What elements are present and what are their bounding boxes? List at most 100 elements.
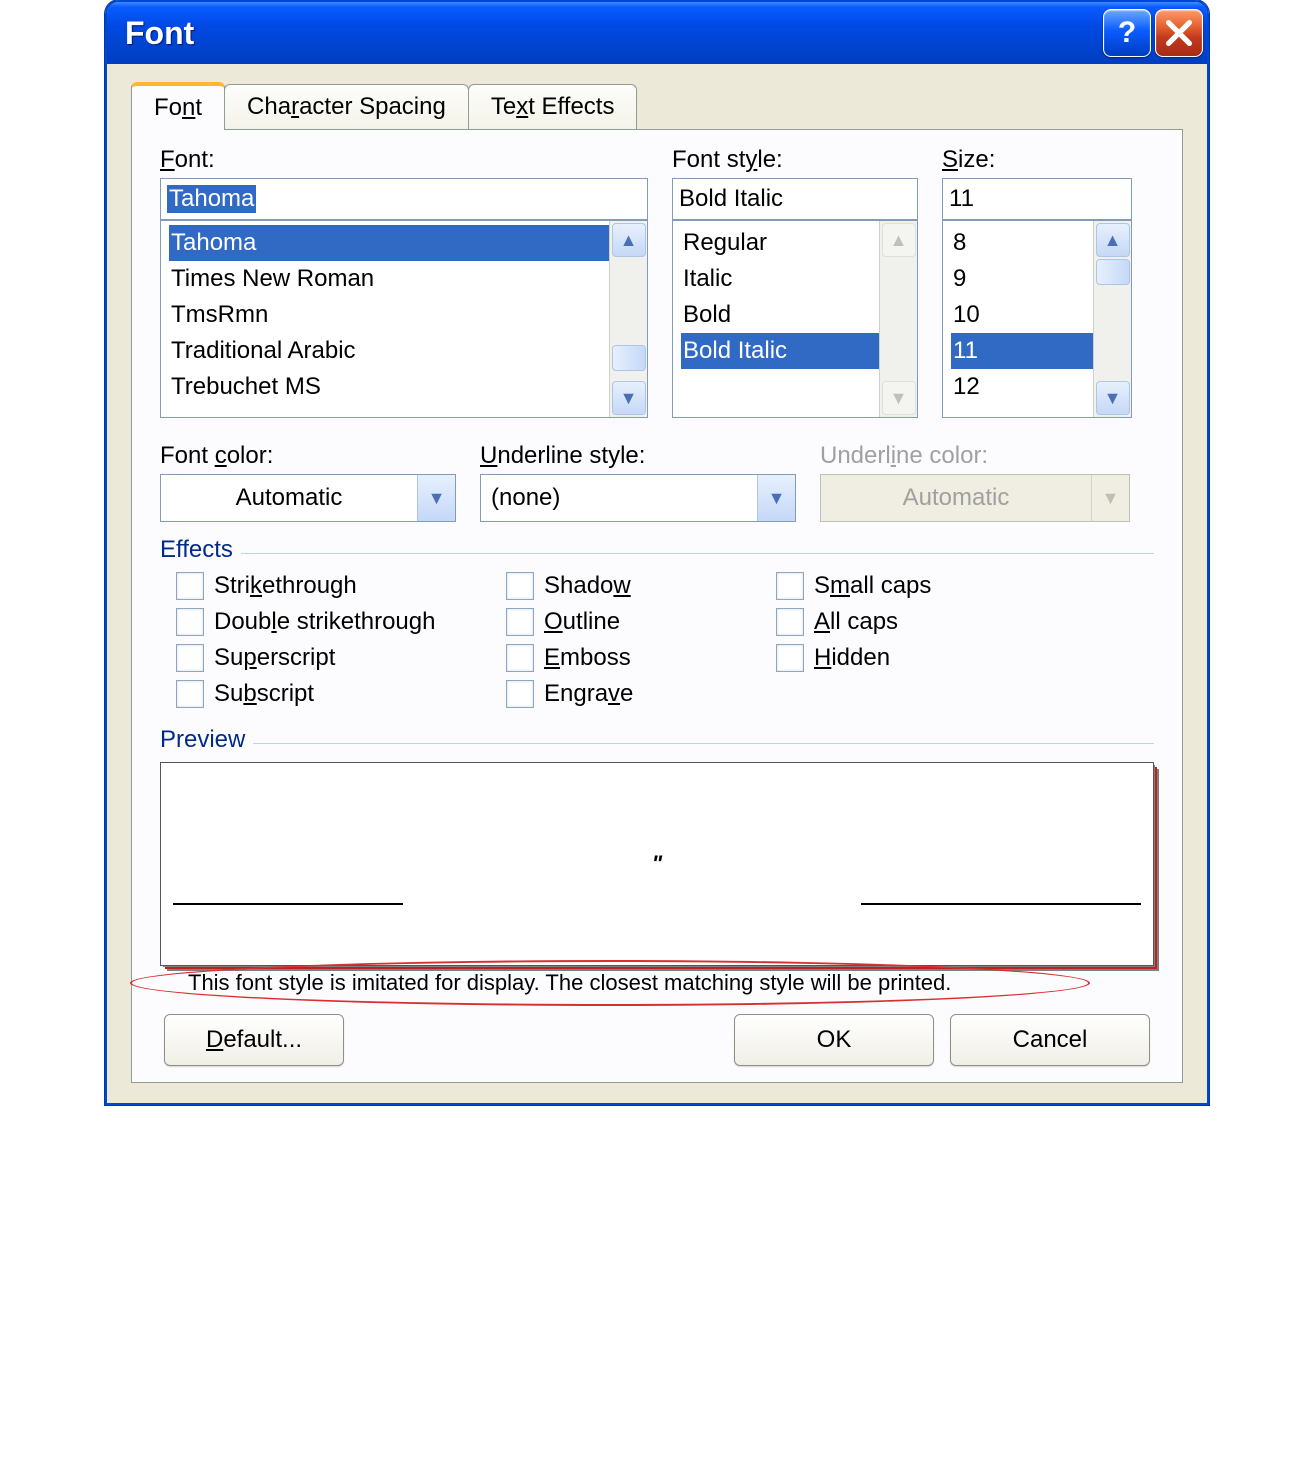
effects-grid: Strikethrough Shadow Small caps Double s… (160, 572, 1154, 708)
check-strikethrough[interactable]: Strikethrough (176, 572, 496, 600)
font-label: Font: (160, 146, 648, 174)
check-double-strikethrough[interactable]: Double strikethrough (176, 608, 496, 636)
font-option-times[interactable]: Times New Roman (169, 261, 609, 297)
font-color-label: Font color: (160, 442, 456, 470)
checkbox-icon (776, 608, 804, 636)
chevron-down-icon: ▼ (428, 488, 446, 509)
preview-box: " (160, 762, 1154, 966)
preview-line-right (861, 903, 1141, 905)
chevron-up-icon: ▲ (890, 230, 908, 251)
style-option-bold-italic[interactable]: Bold Italic (681, 333, 879, 369)
default-button[interactable]: Default... (164, 1014, 344, 1066)
check-shadow[interactable]: Shadow (506, 572, 766, 600)
preview-line-left (173, 903, 403, 905)
font-style-input[interactable]: Bold Italic (672, 178, 918, 220)
close-icon (1166, 20, 1192, 46)
scroll-up-button[interactable]: ▲ (612, 223, 646, 257)
checkbox-icon (506, 608, 534, 636)
divider (253, 743, 1154, 744)
tab-font[interactable]: Font (131, 82, 225, 130)
font-option-traditional-arabic[interactable]: Traditional Arabic (169, 333, 609, 369)
preview-label: Preview (160, 726, 245, 754)
underline-style-label: Underline style: (480, 442, 796, 470)
chevron-up-icon: ▲ (620, 230, 638, 251)
checkbox-icon (506, 572, 534, 600)
scroll-thumb[interactable] (612, 345, 646, 371)
scroll-down-button[interactable]: ▼ (612, 381, 646, 415)
underline-style-value: (none) (481, 475, 757, 521)
check-engrave[interactable]: Engrave (506, 680, 766, 708)
font-option-tahoma[interactable]: Tahoma (169, 225, 609, 261)
font-color-value: Automatic (161, 475, 417, 521)
color-underline-row: Font color: Automatic ▼ Underline style:… (160, 442, 1154, 522)
chevron-down-icon: ▼ (1102, 488, 1120, 509)
tab-character-spacing[interactable]: Character Spacing (224, 84, 469, 129)
scroll-down-button: ▼ (882, 381, 916, 415)
underline-color-combo: Automatic ▼ (820, 474, 1130, 522)
scroll-track[interactable] (1096, 257, 1130, 381)
underline-style-combo[interactable]: (none) ▼ (480, 474, 796, 522)
size-option-9[interactable]: 9 (951, 261, 1093, 297)
size-scrollbar[interactable]: ▲ ▼ (1093, 221, 1131, 417)
style-option-regular[interactable]: Regular (681, 225, 879, 261)
help-button[interactable]: ? (1103, 9, 1151, 57)
scroll-track[interactable] (612, 257, 646, 381)
size-input-value: 11 (949, 185, 974, 213)
help-icon: ? (1118, 16, 1136, 50)
combo-arrow-button[interactable]: ▼ (417, 475, 455, 521)
font-input[interactable]: Tahoma (160, 178, 648, 220)
window-title: Font (125, 15, 1099, 52)
font-style-input-value: Bold Italic (679, 185, 783, 213)
font-scrollbar[interactable]: ▲ ▼ (609, 221, 647, 417)
size-label: Size: (942, 146, 1132, 174)
size-option-10[interactable]: 10 (951, 297, 1093, 333)
scroll-down-button[interactable]: ▼ (1096, 381, 1130, 415)
font-style-list-items[interactable]: Regular Italic Bold Bold Italic (673, 221, 879, 417)
check-hidden[interactable]: Hidden (776, 644, 1016, 672)
checkbox-icon (506, 680, 534, 708)
effects-label: Effects (160, 536, 233, 564)
titlebar[interactable]: Font ? (107, 2, 1207, 64)
chevron-down-icon: ▼ (890, 388, 908, 409)
font-style-listbox[interactable]: Regular Italic Bold Bold Italic ▲ ▼ (672, 220, 918, 418)
close-button[interactable] (1155, 9, 1203, 57)
font-list-items[interactable]: Tahoma Times New Roman TmsRmn Traditiona… (161, 221, 609, 417)
chevron-down-icon: ▼ (768, 488, 786, 509)
font-input-value: Tahoma (167, 185, 256, 213)
check-outline[interactable]: Outline (506, 608, 766, 636)
underline-color-value: Automatic (821, 475, 1091, 521)
checkbox-icon (176, 572, 204, 600)
check-emboss[interactable]: Emboss (506, 644, 766, 672)
style-option-bold[interactable]: Bold (681, 297, 879, 333)
check-superscript[interactable]: Superscript (176, 644, 496, 672)
font-option-trebuchet[interactable]: Trebuchet MS (169, 369, 609, 405)
checkbox-icon (176, 644, 204, 672)
font-option-tmsrmn[interactable]: TmsRmn (169, 297, 609, 333)
divider (241, 553, 1154, 554)
size-input[interactable]: 11 (942, 178, 1132, 220)
size-list-items[interactable]: 8 9 10 11 12 (943, 221, 1093, 417)
style-option-italic[interactable]: Italic (681, 261, 879, 297)
scroll-up-button[interactable]: ▲ (1096, 223, 1130, 257)
font-color-combo[interactable]: Automatic ▼ (160, 474, 456, 522)
style-scrollbar: ▲ ▼ (879, 221, 917, 417)
size-listbox[interactable]: 8 9 10 11 12 ▲ ▼ (942, 220, 1132, 418)
chevron-down-icon: ▼ (620, 388, 638, 409)
chevron-up-icon: ▲ (1104, 230, 1122, 251)
font-listbox[interactable]: Tahoma Times New Roman TmsRmn Traditiona… (160, 220, 648, 418)
ok-button[interactable]: OK (734, 1014, 934, 1066)
size-option-12[interactable]: 12 (951, 369, 1093, 405)
cancel-button[interactable]: Cancel (950, 1014, 1150, 1066)
check-small-caps[interactable]: Small caps (776, 572, 1016, 600)
combo-arrow-button[interactable]: ▼ (757, 475, 795, 521)
button-row: Default... OK Cancel (160, 1014, 1154, 1066)
scroll-thumb[interactable] (1096, 259, 1130, 285)
check-subscript[interactable]: Subscript (176, 680, 496, 708)
check-all-caps[interactable]: All caps (776, 608, 1016, 636)
tab-text-effects[interactable]: Text Effects (468, 84, 638, 129)
preview-sample: " (652, 851, 662, 877)
size-option-11[interactable]: 11 (951, 333, 1093, 369)
size-option-8[interactable]: 8 (951, 225, 1093, 261)
combo-arrow-button: ▼ (1091, 475, 1129, 521)
checkbox-icon (176, 680, 204, 708)
